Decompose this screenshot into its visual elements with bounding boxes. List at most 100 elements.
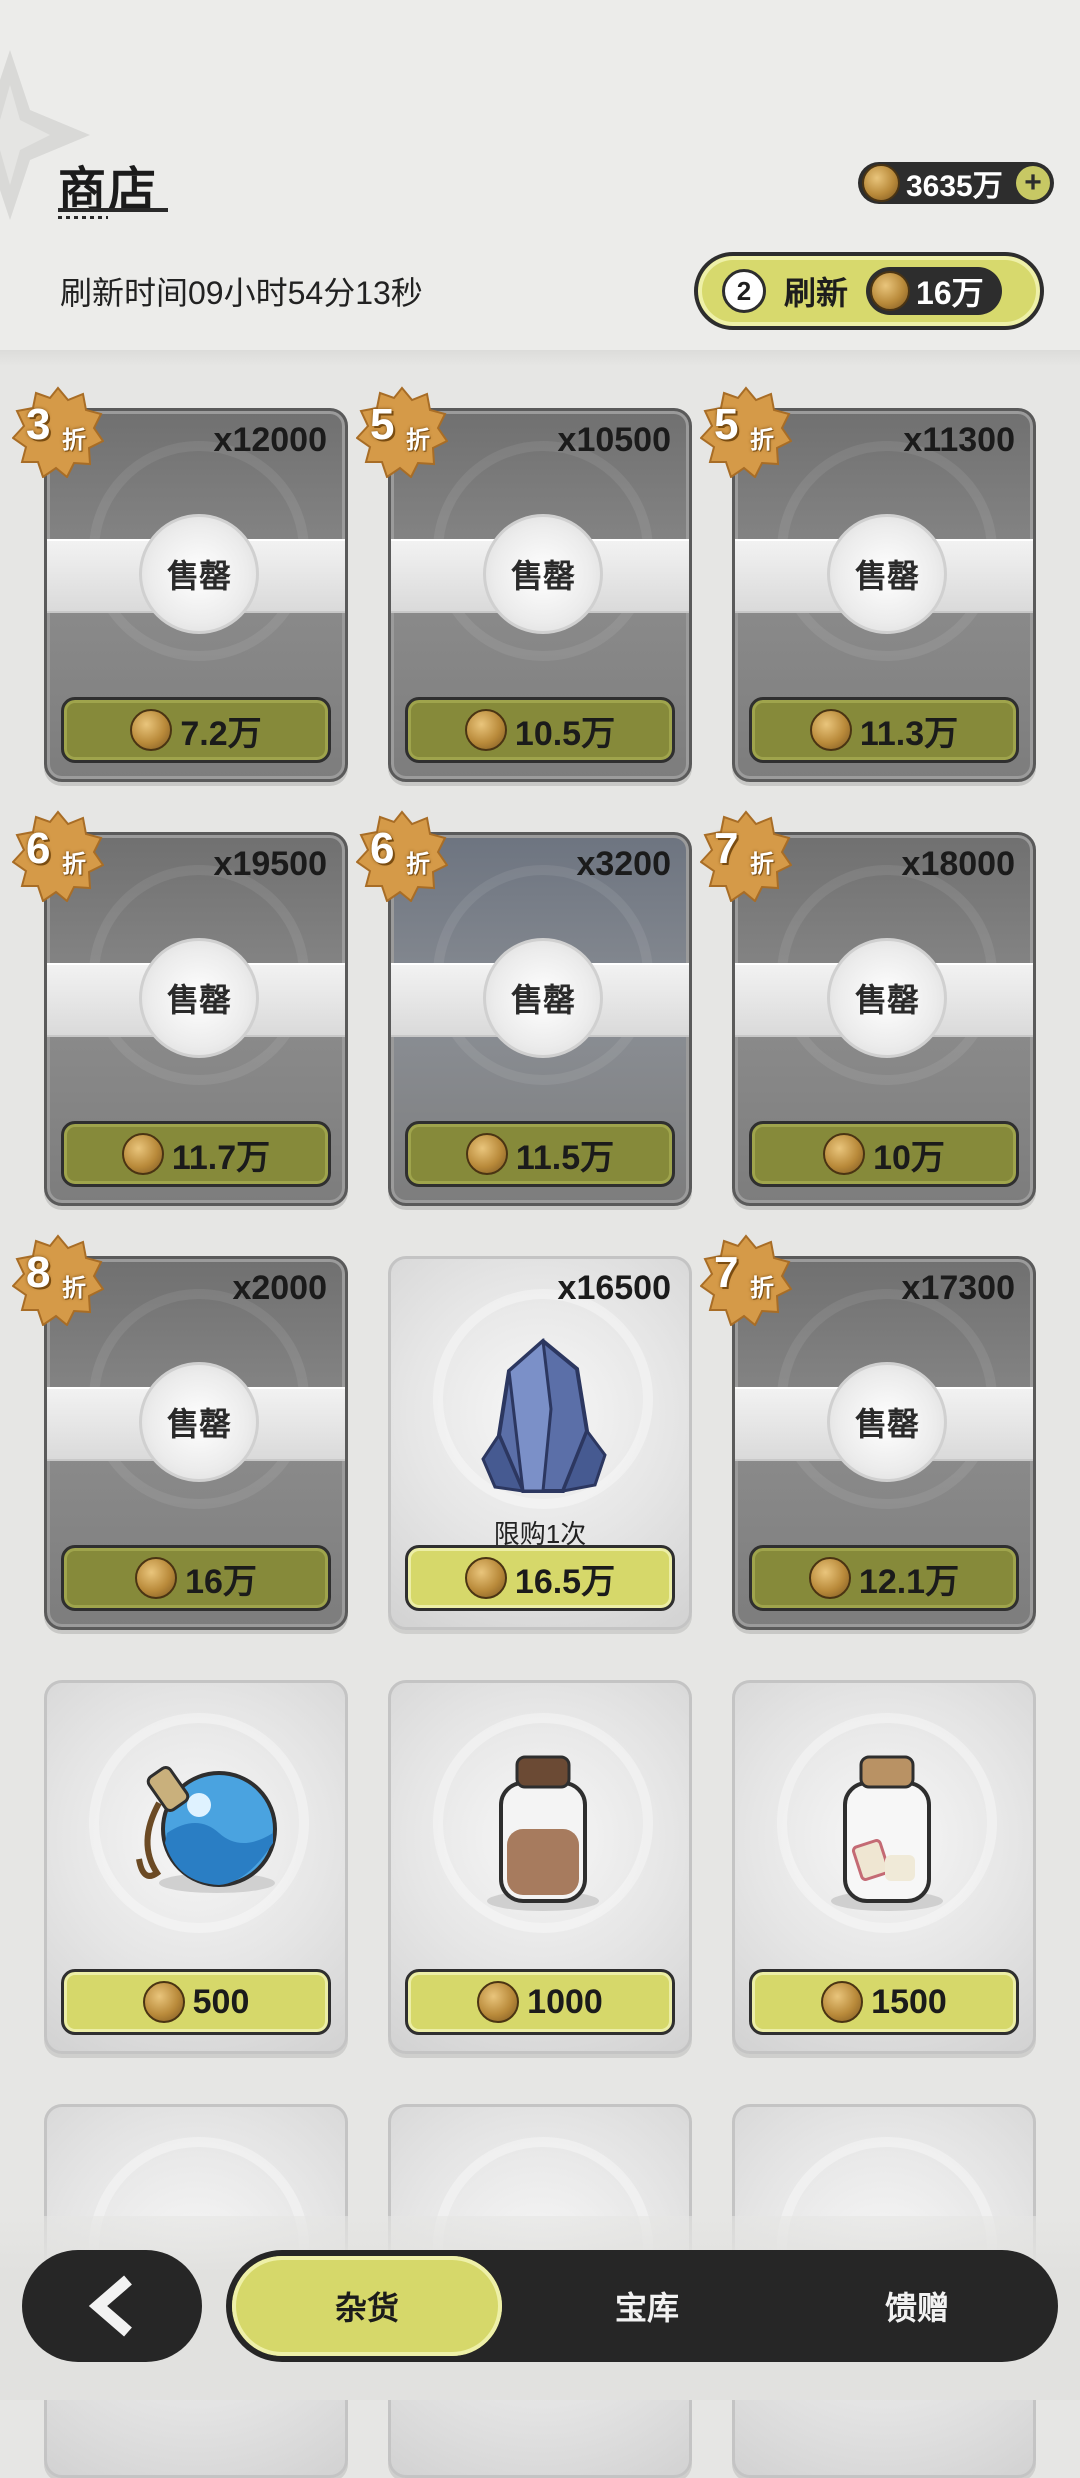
price-text: 16万 xyxy=(185,1562,257,1601)
discount-suffix: 折 xyxy=(62,851,86,878)
coin-icon xyxy=(870,271,911,311)
discount-badge: 8 折 xyxy=(12,1234,104,1326)
item-quantity: x3200 xyxy=(576,845,671,883)
discount-value: 5 xyxy=(370,400,395,449)
price-button[interactable]: 1500 xyxy=(749,1969,1019,2035)
price-button[interactable]: 11.7万 xyxy=(61,1121,331,1187)
coin-icon xyxy=(135,1557,178,1599)
chevron-left-icon xyxy=(88,2275,132,2337)
item-quantity: x12000 xyxy=(213,421,327,459)
price-button[interactable]: 500 xyxy=(61,1969,331,2035)
shop-item-card[interactable]: 1500 xyxy=(732,1680,1036,2054)
header-shadow xyxy=(0,350,1080,366)
sold-out-label: 售罄 xyxy=(827,1362,947,1482)
refresh-cost-amount: 16万 xyxy=(916,275,984,311)
coin-icon xyxy=(823,1133,866,1175)
price-text: 500 xyxy=(192,1982,250,2021)
sold-out-label: 售罄 xyxy=(139,938,259,1058)
price-text: 11.3万 xyxy=(859,714,959,753)
sold-out-label: 售罄 xyxy=(827,514,947,634)
shop-item-card[interactable]: 500 xyxy=(44,1680,348,2054)
discount-badge: 6 折 xyxy=(356,810,448,902)
shop-item-card[interactable]: x16500 限购1次 16.5万 xyxy=(388,1256,692,1630)
refresh-cost: 16万 xyxy=(866,267,1002,315)
title-dots xyxy=(58,216,108,219)
price-text: 1000 xyxy=(527,1982,603,2021)
discount-badge: 5 折 xyxy=(700,386,792,478)
sold-out-label: 售罄 xyxy=(827,938,947,1058)
price-text: 16.5万 xyxy=(514,1562,616,1601)
sold-out-label: 售罄 xyxy=(483,514,603,634)
item-quantity: x19500 xyxy=(213,845,327,883)
refresh-label: 刷新 xyxy=(784,275,849,311)
price-button[interactable]: 7.2万 xyxy=(61,697,331,763)
discount-value: 6 xyxy=(370,824,395,873)
discount-suffix: 折 xyxy=(750,427,774,454)
header: 商店 刷新时间09小时54分13秒 3635万 + 2 刷新 16万 xyxy=(0,0,1080,355)
discount-suffix: 折 xyxy=(750,1275,774,1302)
discount-badge: 3 折 xyxy=(12,386,104,478)
sold-out-label: 售罄 xyxy=(139,1362,259,1482)
discount-value: 3 xyxy=(26,400,51,449)
shop-item-card[interactable]: 1000 xyxy=(388,1680,692,2054)
coin-icon xyxy=(477,1981,520,2023)
tab-bar: 杂货 宝库 馈赠 xyxy=(226,2250,1058,2362)
refresh-timer: 刷新时间09小时54分13秒 xyxy=(60,275,423,311)
add-currency-button[interactable]: + xyxy=(1016,166,1050,200)
refresh-count-icon: 2 xyxy=(722,269,766,313)
title-underline xyxy=(58,208,168,212)
discount-badge: 7 折 xyxy=(700,1234,792,1326)
coin-icon xyxy=(465,1133,508,1175)
price-text: 11.5万 xyxy=(515,1138,615,1177)
discount-suffix: 折 xyxy=(62,1275,86,1302)
price-button[interactable]: 11.5万 xyxy=(405,1121,675,1187)
currency-amount: 3635万 xyxy=(906,170,1003,203)
coin-icon xyxy=(808,1557,851,1599)
back-button[interactable] xyxy=(22,2250,202,2362)
discount-value: 7 xyxy=(714,824,739,873)
price-button[interactable]: 1000 xyxy=(405,1969,675,2035)
price-button[interactable]: 10万 xyxy=(749,1121,1019,1187)
sold-out-label: 售罄 xyxy=(483,938,603,1058)
discount-badge: 5 折 xyxy=(356,386,448,478)
discount-suffix: 折 xyxy=(406,427,430,454)
price-text: 11.7万 xyxy=(171,1138,271,1177)
currency-balance: 3635万 + xyxy=(858,162,1054,204)
tab-treasury[interactable]: 宝库 xyxy=(512,2256,782,2356)
item-quantity: x2000 xyxy=(232,1269,327,1307)
discount-suffix: 折 xyxy=(750,851,774,878)
price-text: 1500 xyxy=(871,1982,947,2021)
discount-value: 8 xyxy=(26,1248,51,1297)
sold-out-label: 售罄 xyxy=(139,514,259,634)
item-quantity: x10500 xyxy=(557,421,671,459)
discount-badge: 7 折 xyxy=(700,810,792,902)
coin-icon xyxy=(142,1981,185,2023)
discount-badge: 6 折 xyxy=(12,810,104,902)
coin-icon xyxy=(130,709,173,751)
tab-groceries[interactable]: 杂货 xyxy=(232,2256,502,2356)
price-button[interactable]: 10.5万 xyxy=(405,697,675,763)
price-text: 10万 xyxy=(873,1138,945,1177)
coin-icon xyxy=(464,1557,507,1599)
refresh-button[interactable]: 2 刷新 16万 xyxy=(694,252,1044,330)
discount-suffix: 折 xyxy=(406,851,430,878)
price-text: 12.1万 xyxy=(858,1562,960,1601)
coin-icon xyxy=(862,164,900,202)
price-button[interactable]: 11.3万 xyxy=(749,697,1019,763)
price-button[interactable]: 12.1万 xyxy=(749,1545,1019,1611)
coin-icon xyxy=(821,1981,864,2023)
discount-suffix: 折 xyxy=(62,427,86,454)
item-quantity: x11300 xyxy=(903,421,1015,459)
price-text: 7.2万 xyxy=(180,714,262,753)
coin-icon xyxy=(464,709,507,751)
price-text: 10.5万 xyxy=(514,714,616,753)
coin-icon xyxy=(121,1133,164,1175)
discount-value: 5 xyxy=(714,400,739,449)
item-quantity: x17300 xyxy=(901,1269,1015,1307)
discount-value: 7 xyxy=(714,1248,739,1297)
price-button[interactable]: 16.5万 xyxy=(405,1545,675,1611)
price-button[interactable]: 16万 xyxy=(61,1545,331,1611)
item-quantity: x18000 xyxy=(901,845,1015,883)
discount-value: 6 xyxy=(26,824,51,873)
tab-gifts[interactable]: 馈赠 xyxy=(782,2256,1052,2356)
